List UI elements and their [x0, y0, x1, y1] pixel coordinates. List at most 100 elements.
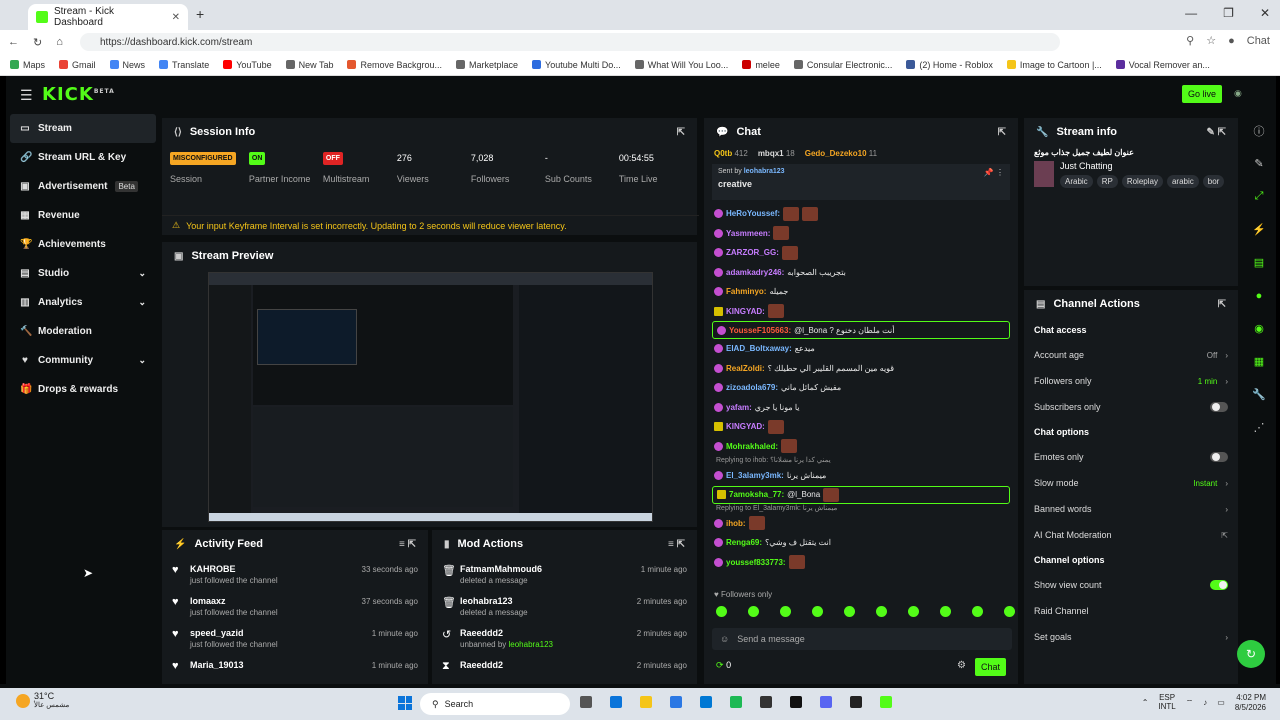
bookmark-item[interactable]: Remove Backgrou...: [347, 60, 442, 70]
popout-icon[interactable]: ⇱: [1218, 299, 1226, 310]
action-control[interactable]: ⇱: [1221, 531, 1228, 540]
chat-message[interactable]: ihob:: [704, 514, 1018, 534]
channel-action-row[interactable]: Followers only 1 min ›: [1024, 368, 1238, 394]
top-chatter[interactable]: mbqx1 18: [758, 149, 795, 158]
chat-message[interactable]: RealZoldi: قويه مين المسمم القليبر الي حط…: [704, 359, 1018, 379]
action-control[interactable]: 1 min ›: [1198, 377, 1228, 386]
chat-send-button[interactable]: Chat: [974, 658, 1006, 676]
chat-message[interactable]: Mohrakhaled:: [704, 437, 1018, 457]
chat-message[interactable]: youssef833773:: [704, 553, 1018, 573]
go-live-button[interactable]: Go live: [1181, 85, 1222, 103]
stream-tag[interactable]: RP: [1096, 175, 1118, 188]
chat-message[interactable]: yafam: يا مونا يا جري: [704, 398, 1018, 418]
popout-icon[interactable]: ⇱: [677, 127, 685, 138]
stream-preview-video[interactable]: [208, 272, 653, 522]
bookmark-item[interactable]: Image to Cartoon |...: [1006, 60, 1102, 70]
chevron-up-icon[interactable]: ⌃: [1142, 698, 1149, 707]
emote-bar[interactable]: [716, 606, 1015, 617]
wifi-icon[interactable]: ⌔: [1186, 698, 1194, 708]
chat-message[interactable]: KINGYAD:: [704, 302, 1018, 322]
chat-message[interactable]: ZARZOR_GG:: [704, 243, 1018, 263]
list-icon[interactable]: ▤: [1254, 246, 1264, 279]
volume-icon[interactable]: ♪: [1203, 698, 1207, 707]
chat-username[interactable]: ihob:: [726, 519, 746, 528]
chat-username[interactable]: yafam:: [726, 403, 752, 412]
reload-icon[interactable]: ↻: [33, 36, 42, 49]
pin-icon[interactable]: 📌 ⋮: [984, 168, 1004, 177]
toggle-switch[interactable]: [1210, 402, 1228, 412]
bookmark-item[interactable]: melee: [742, 60, 780, 70]
chat-message[interactable]: YousseF105663: @l_Bona ? أنت ملطان دخنوع: [712, 321, 1010, 339]
sidebar-item[interactable]: 🏆 Achievements: [10, 230, 156, 259]
chat-message[interactable]: KINGYAD:: [704, 417, 1018, 437]
action-control[interactable]: Instant ›: [1193, 479, 1228, 488]
file-icon[interactable]: [580, 696, 592, 708]
channel-action-row[interactable]: Show view count: [1024, 572, 1238, 598]
sidebar-item[interactable]: ♥ Community ⌄: [10, 346, 156, 375]
info-icon[interactable]: ⓘ: [1254, 114, 1265, 147]
points-counter[interactable]: ⟳ 0: [716, 660, 731, 671]
chat-message[interactable]: zizoadola679: مفيش كمائل ماني: [704, 378, 1018, 398]
bookmark-item[interactable]: New Tab: [285, 60, 333, 70]
emote-picker-icon[interactable]: ☺: [720, 634, 729, 644]
popout-icon[interactable]: ⇱: [998, 127, 1006, 138]
bookmark-item[interactable]: Translate: [159, 60, 209, 70]
toggle-switch[interactable]: [1210, 452, 1228, 462]
chat-username[interactable]: Fahminyo:: [726, 287, 766, 296]
panel-icon[interactable]: ▦: [1254, 345, 1264, 378]
chat-message[interactable]: Yasmmeen:: [704, 224, 1018, 244]
avatar[interactable]: ◉: [1234, 88, 1248, 98]
menu-icon[interactable]: ☰: [20, 87, 33, 104]
top-chatter[interactable]: Q0tb 412: [714, 149, 748, 158]
channel-action-row[interactable]: Raid Channel: [1024, 598, 1238, 624]
kick-app-icon[interactable]: [880, 696, 892, 708]
chat-label[interactable]: Chat: [1247, 35, 1270, 47]
bookmark-item[interactable]: Marketplace: [456, 60, 518, 70]
sidebar-item[interactable]: 🎁 Drops & rewards: [10, 375, 156, 404]
bookmark-item[interactable]: Maps: [10, 60, 45, 70]
chat-username[interactable]: RealZoldi:: [726, 364, 765, 373]
bookmark-item[interactable]: Vocal Remover an...: [1115, 60, 1210, 70]
sidebar-item[interactable]: 🔨 Moderation: [10, 317, 156, 346]
chat-username[interactable]: El_3alamy3mk:: [726, 471, 784, 480]
chat-username[interactable]: KINGYAD:: [726, 422, 765, 431]
sidebar-item[interactable]: ▭ Stream: [10, 114, 156, 143]
top-chatter[interactable]: Gedo_Dezeko10 11: [805, 149, 877, 158]
chat-username[interactable]: Renga69:: [726, 538, 762, 547]
mod-user[interactable]: leohabra123: [509, 640, 553, 649]
bolt-icon[interactable]: ⚡: [1252, 213, 1266, 246]
stream-tag[interactable]: bor: [1202, 175, 1225, 188]
stream-tag[interactable]: arabic: [1166, 175, 1199, 188]
zoom-icon[interactable]: ⚲: [1186, 34, 1194, 47]
chat-username[interactable]: 7amoksha_77:: [729, 490, 784, 499]
action-control[interactable]: Off ›: [1207, 351, 1228, 360]
chat-username[interactable]: YousseF105663:: [729, 326, 791, 335]
chat-message[interactable]: El_3alamy3mk: ميمناش يرنا: [704, 466, 1018, 486]
edit-popout-icons[interactable]: ✎ ⇱: [1206, 127, 1226, 138]
taskbar-search[interactable]: ⚲ Search: [420, 693, 570, 715]
back-icon[interactable]: ←: [8, 36, 19, 48]
channel-action-row[interactable]: Emotes only: [1024, 444, 1238, 470]
stream-tag[interactable]: Roleplay: [1121, 175, 1163, 188]
browser-tab[interactable]: Stream - Kick Dashboard ✕: [28, 4, 188, 30]
bookmark-item[interactable]: Gmail: [59, 60, 96, 70]
bookmark-item[interactable]: YouTube: [223, 60, 272, 70]
bookmark-item[interactable]: (2) Home - Roblox: [906, 60, 993, 70]
channel-action-row[interactable]: Subscribers only: [1024, 394, 1238, 420]
pinned-message[interactable]: Sent by leohabra123 creative 📌 ⋮: [712, 164, 1010, 200]
new-tab-icon[interactable]: +: [196, 6, 204, 22]
chat-input[interactable]: ☺ Send a message: [712, 628, 1012, 650]
action-control[interactable]: [1210, 402, 1228, 412]
chat-message[interactable]: EIAD_Boltxaway: ميدعع: [704, 339, 1018, 359]
stream-tag[interactable]: Arabic: [1060, 175, 1093, 188]
discord-icon[interactable]: [820, 696, 832, 708]
expand-icon[interactable]: ⤢: [1255, 180, 1264, 213]
bookmark-item[interactable]: Youtube Multi Do...: [532, 60, 621, 70]
bookmark-item[interactable]: Consular Electronic...: [793, 60, 892, 70]
chat-username[interactable]: ZARZOR_GG:: [726, 248, 779, 257]
clock[interactable]: 4:02 PM 8/5/2026: [1235, 693, 1266, 712]
lock-icon[interactable]: [760, 696, 772, 708]
bookmark-item[interactable]: What Will You Loo...: [634, 60, 728, 70]
filter-popout-icons[interactable]: ≡ ⇱: [399, 539, 416, 550]
chat-username[interactable]: Yasmmeen:: [726, 229, 770, 238]
